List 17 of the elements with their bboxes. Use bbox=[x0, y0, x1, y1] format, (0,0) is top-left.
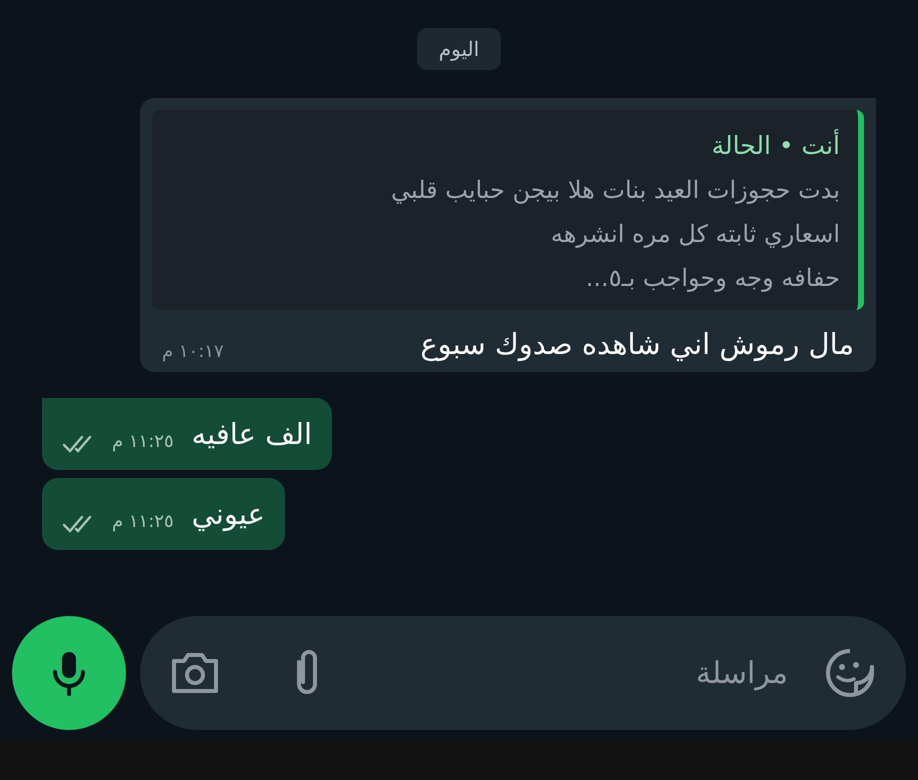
date-chip: اليوم bbox=[416, 28, 502, 70]
quote-text: بدت حجوزات العيد بنات هلا بيجن حبايب قلبي bbox=[390, 175, 840, 206]
quote-author: أنت • الحالة bbox=[712, 128, 840, 162]
sticker-icon[interactable] bbox=[824, 647, 876, 699]
quoted-status[interactable]: أنت • الحالة بدت حجوزات العيد بنات هلا بيجن حبايب قلبي اسعاري ثابته كل مره انشرهه حفافه وجه وحواجب بـ٥... bbox=[152, 110, 864, 310]
message-time: ١٠:١٧ م bbox=[162, 340, 224, 364]
quote-text: حفافه وجه وحواجب بـ٥... bbox=[586, 263, 840, 294]
message-text: عيوني bbox=[192, 496, 265, 534]
message-input[interactable]: مراسلة bbox=[140, 616, 906, 730]
message-text: الف عافيه bbox=[192, 416, 312, 453]
message-text: مال رموش اني شاهده صدوك سبوع bbox=[420, 326, 854, 364]
message-time: ١١:٢٥ م bbox=[112, 430, 174, 454]
camera-icon[interactable] bbox=[170, 651, 220, 695]
message-time: ١١:٢٥ م bbox=[112, 510, 174, 534]
microphone-icon bbox=[52, 650, 86, 696]
quote-text: اسعاري ثابته كل مره انشرهه bbox=[550, 219, 840, 250]
input-placeholder: مراسلة bbox=[696, 654, 788, 692]
